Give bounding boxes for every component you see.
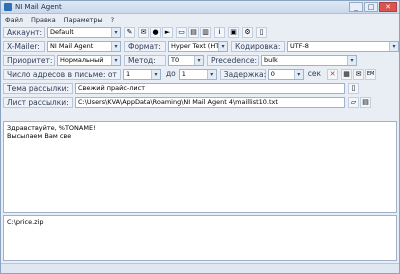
save-icon[interactable]: ▥ <box>200 27 211 38</box>
delay-label: Задержка: <box>219 69 266 80</box>
account-label: Аккаунт: <box>3 27 45 38</box>
account-row: Аккаунт: Default ✎ ✉ ● ► ▭ ▤ ▥ i ▣ ⚙ ▯ <box>3 26 267 39</box>
precedence-select[interactable]: bulk <box>261 55 357 66</box>
addresses-to-select[interactable]: 1 <box>178 69 217 80</box>
encoding-select[interactable]: UTF-8 <box>287 41 399 52</box>
info-icon[interactable]: i <box>214 27 225 38</box>
menu-help[interactable]: ? <box>111 16 114 24</box>
addresses-to-label: до <box>166 69 176 78</box>
image-icon[interactable]: ▣ <box>228 27 239 38</box>
delay-select[interactable]: 0 <box>267 69 304 80</box>
clear-icon[interactable]: ✕ <box>327 69 339 80</box>
new-icon[interactable]: ▭ <box>176 27 187 38</box>
maximize-button[interactable]: □ <box>364 2 378 12</box>
method-select[interactable]: T0 <box>168 55 204 66</box>
menu-bar: Файл Правка Параметры ? <box>1 14 399 25</box>
addresses-label: Число адресов в письме: от <box>3 69 121 80</box>
folder-icon[interactable]: ▱ <box>348 97 359 108</box>
calendar-icon[interactable]: ▦ <box>341 69 353 80</box>
priority-row: Приоритет: Нормальный Метод: T0 Preceden… <box>3 54 357 67</box>
mail-check-icon[interactable]: ✉ <box>353 69 365 80</box>
delay-unit: сек <box>307 69 322 78</box>
menu-file[interactable]: Файл <box>5 16 23 24</box>
menu-edit[interactable]: Правка <box>31 16 56 24</box>
mailer-row: X-Mailer: NI Mail Agent Формат: Hyper Te… <box>3 40 399 53</box>
list-icon[interactable]: ▤ <box>360 97 371 108</box>
app-icon <box>4 3 12 11</box>
account-select[interactable]: Default <box>47 27 121 38</box>
title-bar: NI Mail Agent _ □ ✕ <box>1 1 399 14</box>
priority-label: Приоритет: <box>3 55 55 66</box>
window-title: NI Mail Agent <box>15 3 62 11</box>
stop-icon[interactable]: ● <box>150 27 161 38</box>
xmailer-label: X-Mailer: <box>3 41 45 52</box>
addresses-row: Число адресов в письме: от 1 до 1 Задерж… <box>3 68 377 81</box>
precedence-label: Precedence: <box>207 55 259 66</box>
encoding-label: Кодировка: <box>231 41 285 52</box>
priority-select[interactable]: Нормальный <box>57 55 121 66</box>
doc-icon[interactable]: ▯ <box>256 27 267 38</box>
message-body[interactable]: Здравствуйте, %TONAME! Высылаем Вам све <box>3 121 397 213</box>
method-label: Метод: <box>124 55 166 66</box>
status-bar <box>1 263 399 273</box>
window-controls: _ □ ✕ <box>349 2 397 12</box>
settings-icon[interactable]: ⚙ <box>242 27 253 38</box>
subject-label: Тема рассылки: <box>3 83 73 94</box>
close-button[interactable]: ✕ <box>379 2 397 12</box>
subject-row: Тема рассылки: Свежий прайс-лист ▯ <box>3 82 359 95</box>
minimize-button[interactable]: _ <box>349 2 363 12</box>
em-icon[interactable]: EM <box>365 69 377 80</box>
attachment-item[interactable]: C:\price.zip <box>7 218 393 226</box>
addresses-from-select[interactable]: 1 <box>123 69 161 80</box>
menu-settings[interactable]: Параметры <box>64 16 103 24</box>
open-icon[interactable]: ▤ <box>188 27 199 38</box>
xmailer-select[interactable]: NI Mail Agent <box>47 41 121 52</box>
format-label: Формат: <box>124 41 166 52</box>
edit-account-icon[interactable]: ✎ <box>124 27 135 38</box>
send-icon[interactable]: ✉ <box>138 27 149 38</box>
body-line: Здравствуйте, %TONAME! <box>7 124 96 132</box>
app-window: NI Mail Agent _ □ ✕ Файл Правка Параметр… <box>0 0 400 274</box>
subject-input[interactable]: Свежий прайс-лист <box>75 83 345 94</box>
mailinglist-input[interactable]: C:\Users\KVA\AppData\Roaming\NI Mail Age… <box>75 97 345 108</box>
mailinglist-row: Лист рассылки: C:\Users\KVA\AppData\Roam… <box>3 96 371 109</box>
subject-page-icon[interactable]: ▯ <box>348 83 359 94</box>
body-line: Высылаем Вам све <box>7 132 72 140</box>
format-select[interactable]: Hyper Text (HTM <box>168 41 228 52</box>
go-icon[interactable]: ► <box>162 27 173 38</box>
attachments-list[interactable]: C:\price.zip <box>3 215 397 261</box>
mailinglist-label: Лист рассылки: <box>3 97 73 108</box>
